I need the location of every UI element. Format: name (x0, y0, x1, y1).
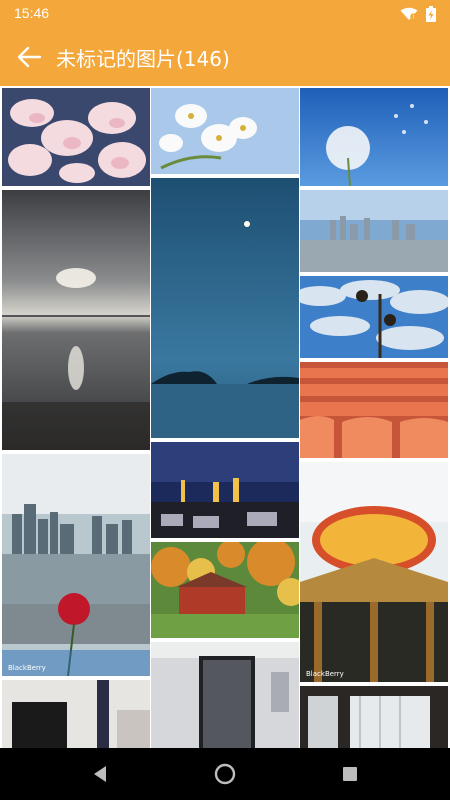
recents-square-icon[interactable] (338, 762, 362, 786)
back-triangle-icon[interactable] (88, 762, 112, 786)
photo-restaurant-sign-gazebo[interactable]: BlackBerry (300, 462, 448, 682)
battery-charging-icon (426, 6, 436, 22)
photo-orange-stadium-seats[interactable] (300, 362, 448, 458)
photo-sunset-over-sea[interactable] (2, 190, 150, 450)
home-circle-icon[interactable] (213, 762, 237, 786)
back-arrow-icon[interactable] (14, 42, 44, 72)
photo-night-city-street[interactable] (151, 442, 299, 538)
app-bar: 未标记的图片(146) (0, 28, 450, 86)
page-title: 未标记的图片(146) (56, 47, 230, 71)
photo-autumn-red-barn[interactable] (151, 542, 299, 638)
photo-city-skyline-waterfront[interactable] (300, 190, 448, 272)
system-nav-bar (0, 748, 450, 800)
photo-magnolia-blossoms[interactable] (2, 88, 150, 186)
photo-room-tv-interior[interactable] (2, 680, 150, 748)
photo-glass-door-interior[interactable] (151, 642, 299, 748)
photo-street-lamp-clouds[interactable] (300, 276, 448, 358)
status-bar: 15:46 ! (0, 0, 450, 28)
watermark-text: BlackBerry (8, 664, 46, 672)
wifi-icon: ! (400, 7, 418, 21)
photo-building-glass-window[interactable] (300, 686, 448, 748)
photo-moon-over-sea-dusk[interactable] (151, 178, 299, 438)
svg-text:!: ! (412, 14, 414, 21)
photo-dandelion-seeds[interactable] (300, 88, 448, 186)
photo-grid[interactable]: BlackBerry BlackBerry (0, 86, 450, 748)
watermark-text: BlackBerry (306, 670, 344, 678)
photo-skyline-with-red-flower[interactable]: BlackBerry (2, 454, 150, 676)
photo-white-blossom-blue-sky[interactable] (151, 88, 299, 174)
status-time: 15:46 (14, 5, 50, 21)
